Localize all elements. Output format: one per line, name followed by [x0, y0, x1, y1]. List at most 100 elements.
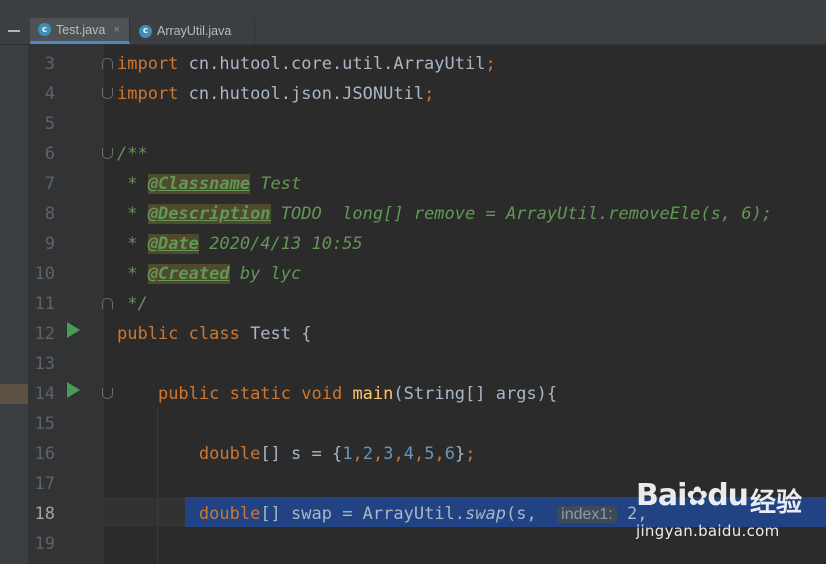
line-number: 10: [34, 264, 55, 284]
code-line[interactable]: 6 /**: [0, 139, 826, 169]
watermark-url: jingyan.baidu.com: [636, 522, 780, 540]
code-token: /**: [117, 144, 148, 164]
baidu-jingyan-watermark: Bai✿du 经验 jingyan.baidu.com: [632, 478, 826, 564]
code-token: ,: [352, 444, 363, 464]
code-token: (s,: [505, 504, 558, 524]
code-token: *: [117, 264, 148, 284]
code-token: cn.hutool.json.JSONUtil: [178, 84, 425, 104]
code-line[interactable]: 12 public class Test {: [0, 319, 826, 349]
code-text[interactable]: public class Test {: [117, 319, 311, 349]
code-line[interactable]: 8 * @Description TODO long[] remove = Ar…: [0, 199, 826, 229]
code-line[interactable]: 16 double[] s = {1,2,3,4,5,6};: [0, 439, 826, 469]
line-number: 6: [44, 144, 55, 164]
code-token: Test: [250, 174, 302, 194]
code-line[interactable]: 7 * @Classname Test: [0, 169, 826, 199]
code-token: ;: [424, 84, 435, 104]
code-token: ,: [393, 444, 404, 464]
code-token: @Created: [147, 264, 230, 284]
code-token: ,: [372, 444, 384, 464]
code-token: [] s = {: [260, 444, 343, 464]
tab-label: Test.java: [56, 22, 106, 37]
line-number: 18: [34, 504, 55, 524]
code-token: @Description: [147, 204, 271, 224]
code-token: main: [352, 384, 394, 404]
paw-icon: ✿: [686, 482, 708, 512]
code-text[interactable]: /**: [117, 139, 148, 169]
code-token: (String[] args){: [393, 384, 558, 404]
code-text[interactable]: * @Classname Test: [117, 169, 301, 199]
code-text[interactable]: double[] swap = ArrayUtil.swap(s, index1…: [117, 499, 648, 530]
run-main-icon[interactable]: [67, 382, 80, 398]
code-token: 3: [383, 444, 394, 464]
parameter-hint: index1:: [557, 506, 617, 523]
code-token: public static void: [157, 384, 343, 404]
close-tab-icon[interactable]: ×: [113, 24, 119, 36]
fold-comment-icon[interactable]: [102, 148, 113, 159]
run-class-icon[interactable]: [67, 322, 80, 338]
code-token: */: [117, 294, 148, 314]
fold-method-icon[interactable]: [102, 388, 113, 399]
line-number: 9: [44, 234, 55, 254]
hide-panel-button[interactable]: [0, 18, 28, 44]
tab-test-java[interactable]: c Test.java ×: [30, 18, 130, 44]
line-number: 8: [44, 204, 55, 224]
code-text[interactable]: * @Description TODO long[] remove = Arra…: [117, 199, 772, 229]
code-text[interactable]: import cn.hutool.json.JSONUtil;: [117, 79, 434, 109]
code-text[interactable]: * @Date 2020/4/13 10:55: [117, 229, 363, 259]
code-token: double: [198, 504, 261, 524]
code-line[interactable]: 14 public static void main(String[] args…: [0, 379, 826, 409]
line-number: 19: [34, 534, 55, 554]
code-token: 4: [403, 444, 414, 464]
code-token: 2: [362, 444, 373, 464]
minus-icon: [8, 30, 20, 32]
code-token: @Classname: [147, 174, 251, 194]
code-text[interactable]: */: [117, 289, 148, 319]
code-text[interactable]: public static void main(String[] args){: [117, 379, 557, 409]
code-line[interactable]: 4 import cn.hutool.json.JSONUtil;: [0, 79, 826, 109]
code-token: 1: [342, 444, 353, 464]
line-number: 13: [34, 354, 55, 374]
fold-imports-icon[interactable]: [102, 58, 113, 69]
unfold-comment-icon[interactable]: [102, 298, 113, 309]
unfold-imports-icon[interactable]: [102, 88, 113, 99]
code-token: 6: [444, 444, 455, 464]
code-token: cn.hutool.core.util.ArrayUtil: [178, 54, 486, 74]
code-token: }: [454, 444, 466, 464]
tab-arrayutil-java[interactable]: c ArrayUtil.java: [131, 18, 255, 44]
editor-tab-bar: c Test.java × c ArrayUtil.java: [0, 0, 826, 45]
code-token: import: [117, 54, 179, 74]
code-line[interactable]: 13: [0, 349, 826, 379]
code-line[interactable]: 15: [0, 409, 826, 439]
code-token: ;: [465, 444, 476, 464]
line-number: 12: [34, 324, 55, 344]
code-token: by lyc: [229, 264, 302, 284]
code-token: [] swap = ArrayUtil.: [260, 504, 466, 524]
code-text[interactable]: * @Created by lyc: [117, 259, 301, 289]
code-token: @Date: [147, 234, 199, 254]
line-number: 5: [44, 114, 55, 134]
code-token: 2020/4/13 10:55: [198, 234, 363, 254]
tab-label: ArrayUtil.java: [157, 24, 232, 38]
code-token: Test {: [239, 324, 312, 344]
line-number: 11: [34, 294, 55, 314]
line-number: 16: [34, 444, 55, 464]
code-token: swap: [465, 504, 506, 524]
code-text[interactable]: double[] s = {1,2,3,4,5,6};: [117, 439, 476, 469]
code-text[interactable]: import cn.hutool.core.util.ArrayUtil;: [117, 49, 496, 79]
code-token: public class: [117, 324, 240, 344]
code-token: *: [117, 234, 148, 254]
code-token: 5: [424, 444, 435, 464]
line-number: 17: [34, 474, 55, 494]
watermark-brand: Bai✿du: [636, 478, 749, 513]
line-number: 4: [44, 84, 55, 104]
code-line[interactable]: 9 * @Date 2020/4/13 10:55: [0, 229, 826, 259]
code-line[interactable]: 10 * @Created by lyc: [0, 259, 826, 289]
code-line[interactable]: 11 */: [0, 289, 826, 319]
code-line[interactable]: 5: [0, 109, 826, 139]
code-line[interactable]: 3 import cn.hutool.core.util.ArrayUtil;: [0, 49, 826, 79]
code-token: ,: [434, 444, 445, 464]
code-token: double: [198, 444, 261, 464]
